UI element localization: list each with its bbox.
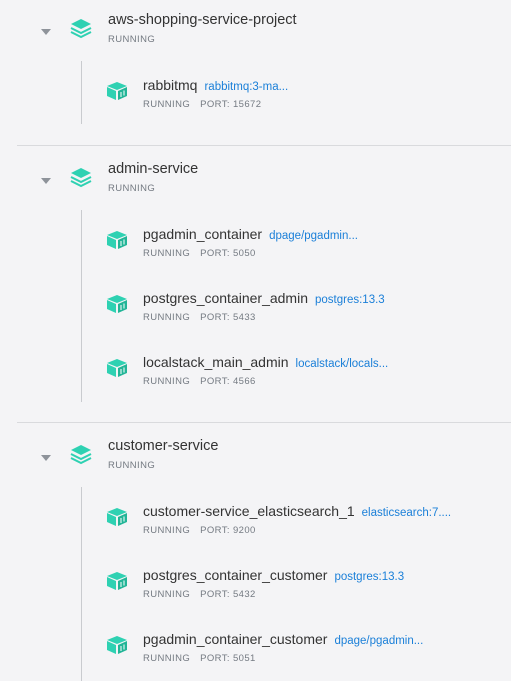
container-status: RUNNING (143, 248, 191, 259)
group-divider (17, 145, 511, 146)
container-port: PORT: 4566 (200, 376, 256, 387)
container-name: localstack_main_admin (143, 354, 289, 370)
container-port: PORT: 5051 (200, 653, 256, 664)
container-box-icon (107, 359, 127, 377)
container-row-pgadmin-container[interactable]: pgadmin_container dpage/pgadmin... RUNNIN… (0, 226, 511, 276)
container-image-link[interactable]: localstack/locals... (296, 358, 389, 370)
container-row-customer-service-elasticsearch-1[interactable]: customer-service_elasticsearch_1 elastics… (0, 503, 511, 553)
container-image-link[interactable]: dpage/pgadmin... (269, 230, 358, 242)
container-row-postgres-container-customer[interactable]: postgres_container_customer postgres:13.3… (0, 567, 511, 617)
container-row-localstack-main-admin[interactable]: localstack_main_admin localstack/locals..… (0, 354, 511, 404)
group-name[interactable]: aws-shopping-service-project (108, 12, 297, 28)
group-name[interactable]: admin-service (108, 161, 198, 177)
container-box-icon (107, 508, 127, 526)
container-status: RUNNING (143, 99, 191, 110)
container-status: RUNNING (143, 589, 191, 600)
container-name: rabbitmq (143, 77, 198, 93)
container-box-icon (107, 572, 127, 590)
group-name[interactable]: customer-service (108, 438, 218, 454)
container-box-icon (107, 231, 127, 249)
container-status: RUNNING (143, 312, 191, 323)
chevron-down-icon[interactable] (41, 29, 51, 35)
group-status: RUNNING (108, 34, 156, 45)
container-image-link[interactable]: dpage/pgadmin... (334, 635, 423, 647)
group-status: RUNNING (108, 183, 156, 194)
container-port: PORT: 15672 (200, 99, 262, 110)
container-status: RUNNING (143, 653, 191, 664)
container-port: PORT: 9200 (200, 525, 256, 536)
container-port: PORT: 5432 (200, 589, 256, 600)
container-image-link[interactable]: elasticsearch:7.... (362, 507, 451, 519)
container-name: postgres_container_customer (143, 567, 328, 583)
container-name: customer-service_elasticsearch_1 (143, 503, 355, 519)
container-name: pgadmin_container (143, 226, 263, 242)
container-port: PORT: 5433 (200, 312, 256, 323)
stack-layers-icon (70, 168, 92, 188)
container-row-postgres-container-admin[interactable]: postgres_container_admin postgres:13.3 RU… (0, 290, 511, 340)
container-name: postgres_container_admin (143, 290, 308, 306)
stack-layers-icon (70, 19, 92, 39)
container-image-link[interactable]: rabbitmq:3-ma... (204, 81, 288, 93)
group-status: RUNNING (108, 460, 156, 471)
container-image-link[interactable]: postgres:13.3 (334, 571, 404, 583)
container-box-icon (107, 295, 127, 313)
chevron-down-icon[interactable] (41, 178, 51, 184)
chevron-down-icon[interactable] (41, 455, 51, 461)
container-port: PORT: 5050 (200, 248, 256, 259)
container-box-icon (107, 82, 127, 100)
group-divider (17, 422, 511, 423)
container-status: RUNNING (143, 525, 191, 536)
container-name: pgadmin_container_customer (143, 631, 328, 647)
container-status: RUNNING (143, 376, 191, 387)
stack-layers-icon (70, 445, 92, 465)
container-row-pgadmin-container-customer[interactable]: pgadmin_container_customer dpage/pgadmin.… (0, 631, 511, 681)
container-row-rabbitmq[interactable]: rabbitmq rabbitmq:3-ma... RUNNING PORT: 15… (0, 77, 511, 127)
container-box-icon (107, 636, 127, 654)
container-image-link[interactable]: postgres:13.3 (315, 294, 385, 306)
